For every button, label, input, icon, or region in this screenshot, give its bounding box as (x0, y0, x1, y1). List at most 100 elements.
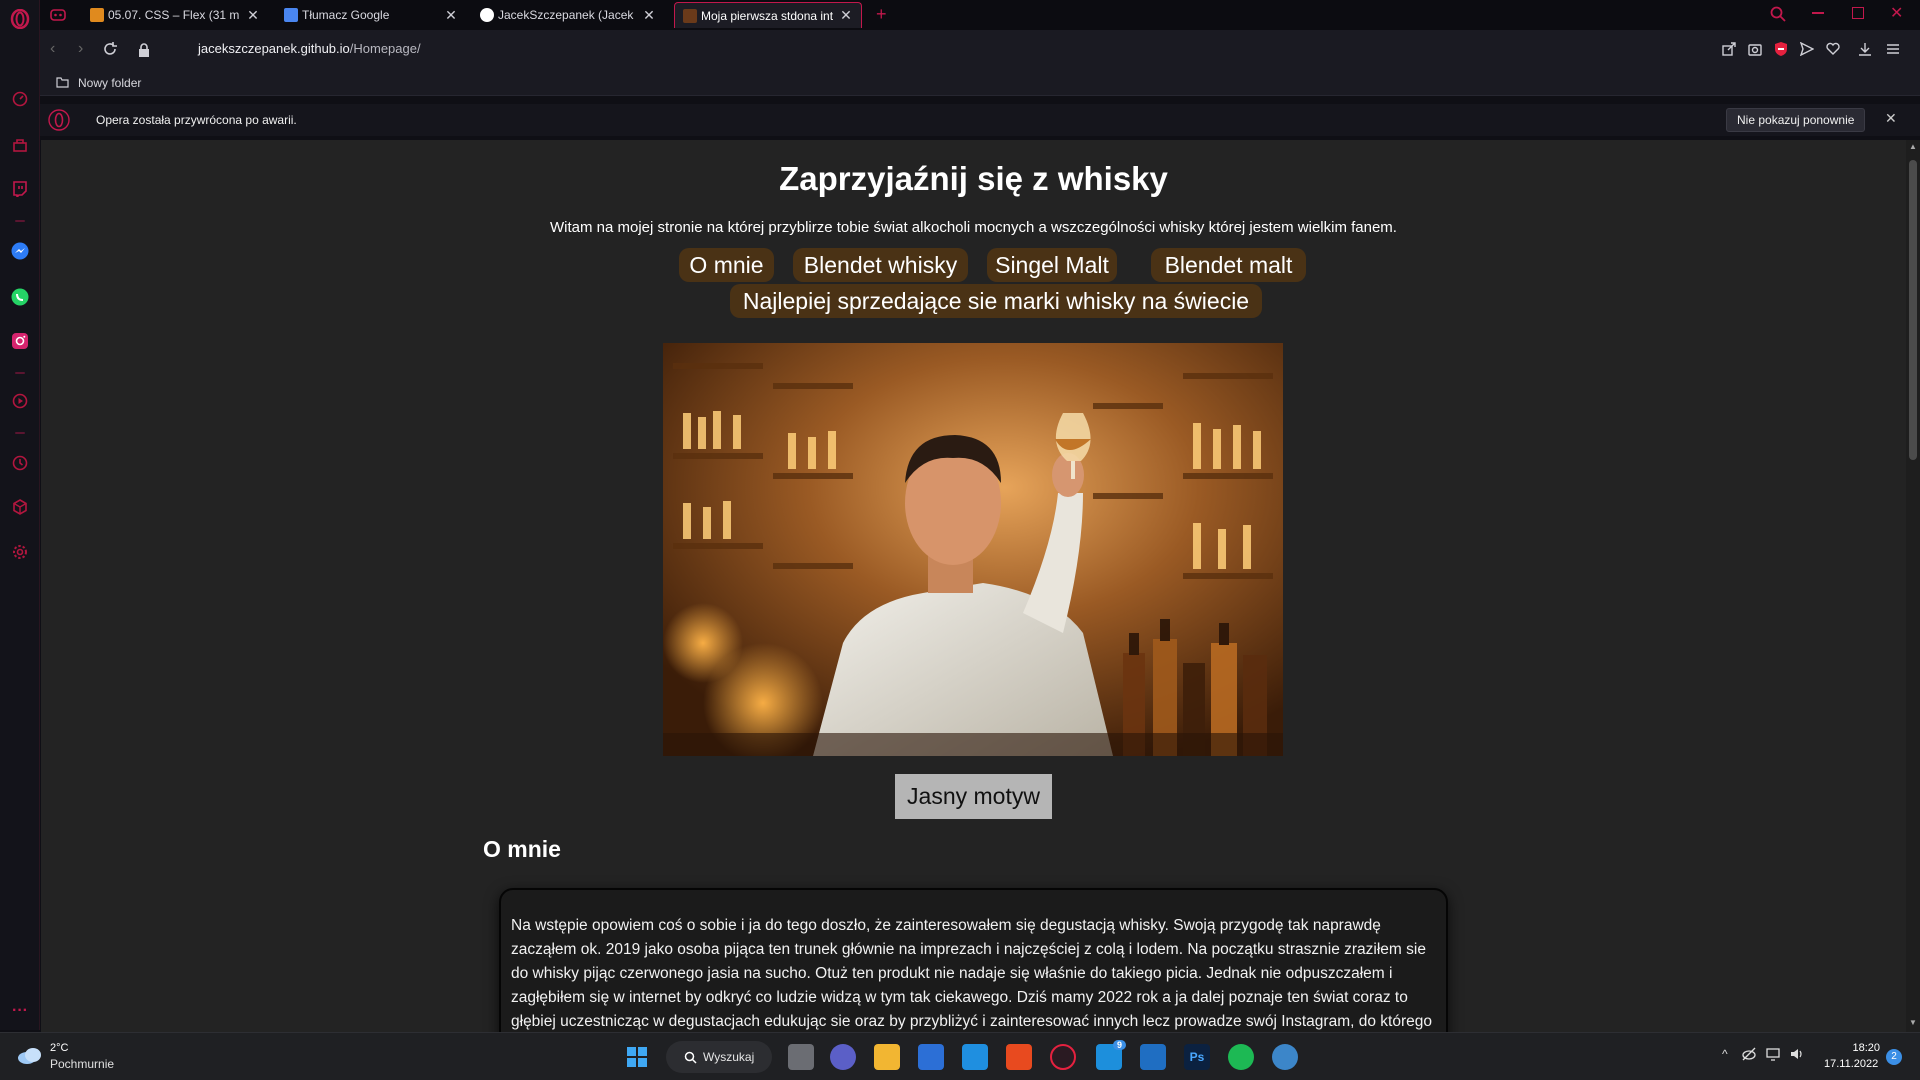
tab-css-flex[interactable]: 05.07. CSS – Flex (31 min) - ✕ (82, 2, 268, 28)
weather-description: Pochmurnie (50, 1057, 115, 1071)
microsoft-store-icon[interactable] (918, 1044, 944, 1070)
tab-favicon-icon (90, 8, 104, 22)
tray-chevron-icon[interactable]: ^ (1722, 1047, 1728, 1061)
speed-dial-icon[interactable] (9, 88, 31, 110)
bookmark-folder[interactable]: Nowy folder (78, 76, 141, 90)
infobar-message: Opera została przywrócona po awarii. (96, 113, 297, 127)
forward-arrow-icon[interactable]: › (78, 40, 83, 58)
tab-close-icon[interactable]: ✕ (642, 7, 656, 24)
page-viewport: Zaprzyjaźnij się z whisky Witam na mojej… (41, 140, 1906, 1032)
about-section-heading: O mnie (483, 836, 561, 862)
address-bar: ‹ › jacekszczepanek.github.io/Homepage/ (40, 30, 1920, 70)
light-theme-button[interactable]: Jasny motyw (895, 774, 1052, 819)
sidebar-divider (15, 220, 25, 222)
shopping-icon[interactable] (9, 134, 31, 156)
opera-logo-icon (48, 109, 70, 131)
tab-favicon-icon (683, 8, 697, 23)
google-translate-icon (284, 8, 298, 22)
tab-search-icon[interactable] (1770, 6, 1786, 22)
mail-badge: 9 (1112, 1040, 1126, 1050)
globe-app-icon[interactable] (1272, 1044, 1298, 1070)
mail-app-icon[interactable]: 9 (1096, 1040, 1126, 1070)
restore-icon[interactable] (1852, 7, 1864, 19)
file-explorer-icon[interactable] (874, 1044, 900, 1070)
office-icon[interactable] (1006, 1044, 1032, 1070)
player-icon[interactable] (9, 390, 31, 412)
about-paragraph: Na wstępie opowiem coś o sobie i ja do t… (511, 917, 1432, 1030)
crash-restore-infobar: Opera została przywrócona po awarii. Nie… (40, 104, 1920, 136)
nav-link-blendet-whisky[interactable]: Blendet whisky (793, 248, 968, 282)
minimize-icon[interactable] (1812, 12, 1824, 14)
clock-date[interactable]: 17.11.2022 (1824, 1058, 1878, 1070)
notification-badge[interactable]: 2 (1886, 1049, 1902, 1065)
scrollbar-thumb[interactable] (1909, 160, 1917, 460)
dont-show-again-button[interactable]: Nie pokazuj ponownie (1726, 108, 1866, 132)
new-tab-plus-icon[interactable]: + (876, 4, 887, 25)
mail-icon[interactable] (962, 1044, 988, 1070)
folder-icon (56, 77, 69, 88)
teams-chat-icon[interactable] (830, 1044, 856, 1070)
twitch-icon[interactable] (9, 178, 31, 200)
tab-close-icon[interactable]: ✕ (839, 7, 853, 24)
history-icon[interactable] (9, 452, 31, 474)
hero-image (663, 343, 1283, 756)
snapshot-camera-icon[interactable] (1748, 42, 1762, 56)
task-view-icon[interactable] (788, 1044, 814, 1070)
adblock-shield-icon[interactable] (1774, 41, 1788, 57)
instagram-icon[interactable] (9, 330, 31, 352)
sidebar-divider (15, 372, 25, 374)
sidebar-divider (15, 432, 25, 434)
tab-close-icon[interactable]: ✕ (444, 7, 458, 24)
extensions-icon[interactable] (9, 496, 31, 518)
taskbar-search[interactable]: Wyszukaj (666, 1041, 772, 1073)
network-icon[interactable] (1766, 1047, 1780, 1061)
tab-homepage-active[interactable]: Moja pierwsza stdona inter ✕ (674, 2, 862, 28)
scroll-up-arrow-icon[interactable]: ▲ (1909, 142, 1917, 151)
easy-setup-menu-icon[interactable] (1886, 42, 1900, 56)
opera-sidebar: ··· (0, 0, 40, 1030)
messenger-icon[interactable] (9, 240, 31, 262)
windows-start-icon[interactable] (624, 1044, 650, 1070)
volume-icon[interactable] (1790, 1047, 1804, 1061)
spotify-icon[interactable] (1228, 1044, 1254, 1070)
sidebar-more-icon[interactable]: ··· (9, 1000, 31, 1022)
infobar-close-icon[interactable]: ✕ (1885, 110, 1897, 127)
url-field[interactable]: jacekszczepanek.github.io/Homepage/ (198, 41, 421, 56)
tab-github[interactable]: JacekSzczepanek (Jacek Szc ✕ (472, 2, 664, 28)
nav-link-blendet-malt[interactable]: Blendet malt (1151, 248, 1306, 282)
weather-cloud-icon[interactable] (16, 1045, 44, 1065)
reload-icon[interactable] (102, 41, 118, 57)
send-icon[interactable] (1800, 42, 1814, 56)
opera-taskbar-icon[interactable] (1050, 1044, 1076, 1070)
tray-sync-icon[interactable] (1742, 1047, 1756, 1061)
tab-close-icon[interactable]: ✕ (246, 7, 260, 24)
photoshop-icon[interactable]: Ps (1184, 1044, 1210, 1070)
tab-google-translate[interactable]: Tłumacz Google ✕ (276, 2, 466, 28)
weather-temperature: 2°C (50, 1042, 69, 1054)
page-title: Zaprzyjaźnij się z whisky (779, 160, 1168, 197)
github-icon (480, 8, 494, 22)
about-card: Na wstępie opowiem coś o sobie i ja do t… (499, 888, 1448, 1032)
whatsapp-icon[interactable] (9, 286, 31, 308)
clock-time[interactable]: 18:20 (1834, 1042, 1880, 1054)
nav-link-singel-malt[interactable]: Singel Malt (987, 248, 1117, 282)
nav-link-o-mnie[interactable]: O mnie (679, 248, 774, 282)
lock-icon[interactable] (138, 43, 150, 57)
search-icon (684, 1051, 697, 1064)
opera-logo-icon[interactable] (9, 8, 31, 30)
intro-text: Witam na mojej stronie na której przybli… (550, 219, 1397, 236)
bookmarks-bar: Nowy folder (40, 70, 1920, 96)
download-icon[interactable] (1858, 42, 1872, 56)
page-scrollbar[interactable]: ▲ ▼ (1906, 140, 1920, 1032)
tab-strip: 05.07. CSS – Flex (31 min) - ✕ Tłumacz G… (40, 0, 1920, 30)
vscode-icon[interactable] (1140, 1044, 1166, 1070)
bookmark-heart-icon[interactable] (1826, 42, 1840, 56)
scroll-down-arrow-icon[interactable]: ▼ (1909, 1018, 1917, 1027)
settings-gear-icon[interactable] (9, 541, 31, 563)
nav-link-top-brands[interactable]: Najlepiej sprzedające sie marki whisky n… (730, 284, 1262, 318)
back-arrow-icon[interactable]: ‹ (50, 40, 55, 58)
windows-taskbar: 2°C Pochmurnie Wyszukaj 9 Ps ^ 18:20 17.… (0, 1032, 1920, 1080)
share-icon[interactable] (1722, 42, 1736, 56)
tab-menu-icon[interactable] (50, 8, 66, 22)
close-window-icon[interactable]: ✕ (1890, 3, 1903, 23)
